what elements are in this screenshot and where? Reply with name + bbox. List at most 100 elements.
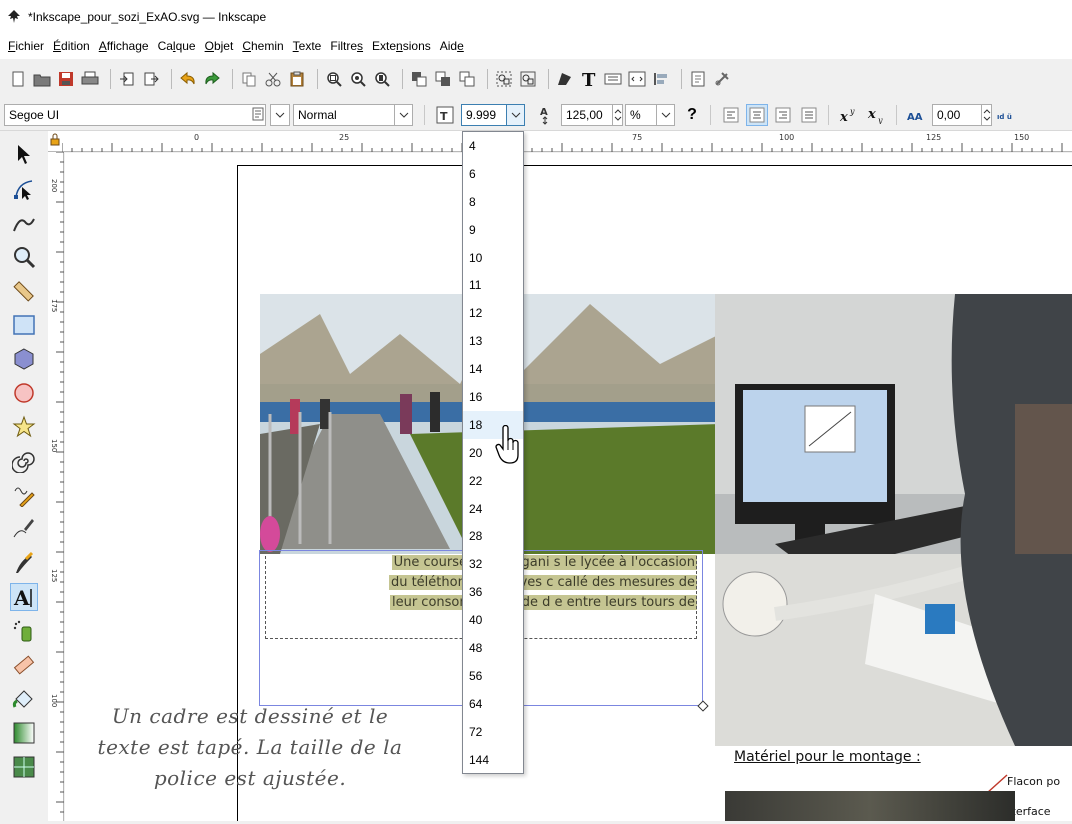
- font-size-option[interactable]: 24: [463, 495, 523, 523]
- drawing-canvas[interactable]: Une course a été organi s le lycée à l'o…: [65, 153, 1072, 821]
- spin-buttons-icon[interactable]: [981, 105, 991, 125]
- node-tool-icon[interactable]: [10, 175, 38, 203]
- star-tool-icon[interactable]: [10, 413, 38, 441]
- gradient-tool-icon[interactable]: [10, 719, 38, 747]
- lock-guides-icon[interactable]: [48, 131, 62, 152]
- font-size-option[interactable]: 36: [463, 578, 523, 606]
- print-icon[interactable]: [80, 69, 100, 89]
- zoom-selection-icon[interactable]: [324, 69, 344, 89]
- preferences-icon[interactable]: [712, 69, 732, 89]
- letter-spacing-spinbox[interactable]: 0,00: [932, 104, 992, 126]
- font-size-option[interactable]: 9: [463, 216, 523, 244]
- paint-bucket-tool-icon[interactable]: [10, 685, 38, 713]
- font-size-option[interactable]: 40: [463, 606, 523, 634]
- font-size-option[interactable]: 4: [463, 132, 523, 160]
- superscript-icon[interactable]: xy: [838, 104, 860, 126]
- font-size-value[interactable]: 9.999: [466, 108, 496, 122]
- font-size-option[interactable]: 8: [463, 188, 523, 216]
- font-size-option[interactable]: 14: [463, 355, 523, 383]
- menu-item-2[interactable]: Affichage: [99, 39, 149, 53]
- redo-icon[interactable]: [202, 69, 222, 89]
- export-icon[interactable]: [141, 69, 161, 89]
- font-size-option[interactable]: 16: [463, 383, 523, 411]
- eraser-tool-icon[interactable]: [10, 651, 38, 679]
- menu-item-6[interactable]: Texte: [293, 39, 322, 53]
- align-center-icon[interactable]: [746, 104, 768, 126]
- zoom-page-icon[interactable]: [372, 69, 392, 89]
- font-size-option[interactable]: 144: [463, 746, 523, 774]
- font-size-option[interactable]: 6: [463, 160, 523, 188]
- 3d-box-tool-icon[interactable]: [10, 345, 38, 373]
- help-icon[interactable]: ?: [681, 104, 703, 126]
- menu-item-4[interactable]: Objet: [205, 39, 234, 53]
- undo-icon[interactable]: [178, 69, 198, 89]
- spin-buttons-icon[interactable]: [612, 105, 622, 125]
- align-right-icon[interactable]: [772, 104, 794, 126]
- font-size-option[interactable]: 12: [463, 299, 523, 327]
- menu-item-7[interactable]: Filtres: [330, 39, 363, 53]
- subscript-icon[interactable]: xy: [866, 104, 888, 126]
- font-size-option[interactable]: 48: [463, 634, 523, 662]
- rectangle-tool-icon[interactable]: [10, 311, 38, 339]
- xml-editor-icon[interactable]: [603, 69, 623, 89]
- objects-icon[interactable]: [627, 69, 647, 89]
- line-spacing-value[interactable]: 125,00: [566, 108, 603, 122]
- new-document-icon[interactable]: [8, 69, 28, 89]
- cut-icon[interactable]: [263, 69, 283, 89]
- font-family-combo[interactable]: Segoe UI: [4, 104, 266, 126]
- ellipse-tool-icon[interactable]: [10, 379, 38, 407]
- open-folder-icon[interactable]: [32, 69, 52, 89]
- spiral-tool-icon[interactable]: [10, 447, 38, 475]
- text-tool-icon[interactable]: A: [10, 583, 38, 611]
- font-size-option[interactable]: 11: [463, 271, 523, 299]
- font-size-option[interactable]: 56: [463, 662, 523, 690]
- photo-equipment[interactable]: [725, 791, 1015, 821]
- text-font-icon[interactable]: T: [579, 69, 599, 89]
- save-icon[interactable]: [56, 69, 76, 89]
- copy-icon[interactable]: [239, 69, 259, 89]
- font-size-option[interactable]: 72: [463, 718, 523, 746]
- justify-icon[interactable]: [798, 104, 820, 126]
- zoom-tool-icon[interactable]: [10, 243, 38, 271]
- font-size-combo[interactable]: 9.999: [461, 104, 525, 126]
- paste-icon[interactable]: [287, 69, 307, 89]
- font-size-option[interactable]: 64: [463, 690, 523, 718]
- menu-item-5[interactable]: Chemin: [242, 39, 283, 53]
- tweak-tool-icon[interactable]: [10, 209, 38, 237]
- calligraphy-tool-icon[interactable]: [10, 549, 38, 577]
- menu-item-0[interactable]: Fichier: [8, 39, 44, 53]
- ungroup-icon[interactable]: [518, 69, 538, 89]
- line-spacing-unit-combo[interactable]: %: [625, 104, 675, 126]
- font-style-combo[interactable]: Normal: [293, 104, 413, 126]
- align-left-icon[interactable]: [720, 104, 742, 126]
- document-properties-icon[interactable]: [688, 69, 708, 89]
- menu-item-8[interactable]: Extensions: [372, 39, 431, 53]
- photo-lab-setup[interactable]: [715, 294, 1072, 746]
- import-icon[interactable]: [117, 69, 137, 89]
- zoom-drawing-icon[interactable]: [348, 69, 368, 89]
- chevron-down-icon[interactable]: [506, 105, 524, 125]
- selector-tool-icon[interactable]: [10, 141, 38, 169]
- unlink-clone-icon[interactable]: [457, 69, 477, 89]
- font-size-option[interactable]: 13: [463, 327, 523, 355]
- font-size-option[interactable]: 10: [463, 244, 523, 272]
- align-distribute-icon[interactable]: [651, 69, 671, 89]
- menu-item-9[interactable]: Aide: [440, 39, 464, 53]
- horizontal-ruler[interactable]: -250255075100125150: [44, 131, 1072, 152]
- pen-tool-icon[interactable]: [10, 515, 38, 543]
- menu-item-1[interactable]: Édition: [53, 39, 90, 53]
- font-family-dropdown-button[interactable]: [270, 104, 290, 126]
- clone-icon[interactable]: [433, 69, 453, 89]
- line-spacing-spinbox[interactable]: 125,00: [561, 104, 623, 126]
- spray-tool-icon[interactable]: [10, 617, 38, 645]
- measure-tool-icon[interactable]: [10, 277, 38, 305]
- duplicate-icon[interactable]: [409, 69, 429, 89]
- vertical-ruler[interactable]: 200 175 150 125 100: [48, 151, 64, 821]
- font-size-option[interactable]: 32: [463, 550, 523, 578]
- menu-item-3[interactable]: Calque: [158, 39, 196, 53]
- mesh-tool-icon[interactable]: [10, 753, 38, 781]
- font-list-icon[interactable]: [248, 104, 268, 124]
- letter-spacing-value[interactable]: 0,00: [937, 108, 960, 122]
- group-icon[interactable]: [494, 69, 514, 89]
- font-size-option[interactable]: 28: [463, 522, 523, 550]
